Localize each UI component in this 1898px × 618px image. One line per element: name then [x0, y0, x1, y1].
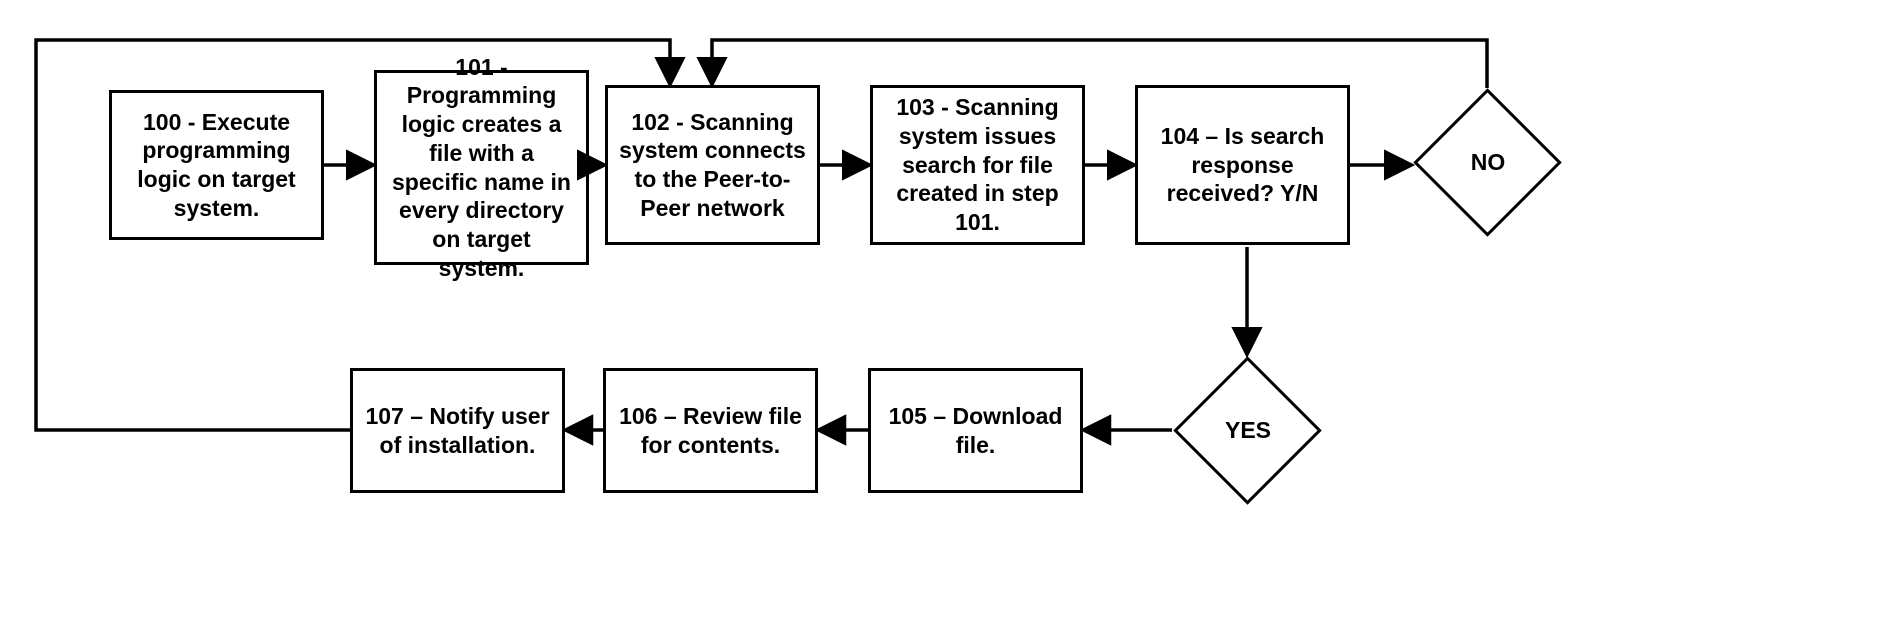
step-106: 106 – Review file for contents. — [603, 368, 818, 493]
step-106-label: 106 – Review file for contents. — [616, 402, 805, 460]
step-107-label: 107 – Notify user of installation. — [363, 402, 552, 460]
flowchart-canvas: 100 - Execute programming logic on targe… — [0, 0, 1898, 618]
step-101-label: 101 - Programming logic creates a file w… — [387, 53, 576, 283]
step-102-label: 102 - Scanning system connects to the Pe… — [618, 108, 807, 223]
step-103-label: 103 - Scanning system issues search for … — [883, 93, 1072, 237]
step-104: 104 – Is search response received? Y/N — [1135, 85, 1350, 245]
step-104-label: 104 – Is search response received? Y/N — [1148, 122, 1337, 208]
step-101: 101 - Programming logic creates a file w… — [374, 70, 589, 265]
step-100: 100 - Execute programming logic on targe… — [109, 90, 324, 240]
step-100-label: 100 - Execute programming logic on targe… — [122, 108, 311, 223]
step-107: 107 – Notify user of installation. — [350, 368, 565, 493]
step-103: 103 - Scanning system issues search for … — [870, 85, 1085, 245]
step-105-label: 105 – Download file. — [881, 402, 1070, 460]
step-102: 102 - Scanning system connects to the Pe… — [605, 85, 820, 245]
decision-yes — [1173, 356, 1321, 504]
step-105: 105 – Download file. — [868, 368, 1083, 493]
decision-no — [1413, 88, 1561, 236]
